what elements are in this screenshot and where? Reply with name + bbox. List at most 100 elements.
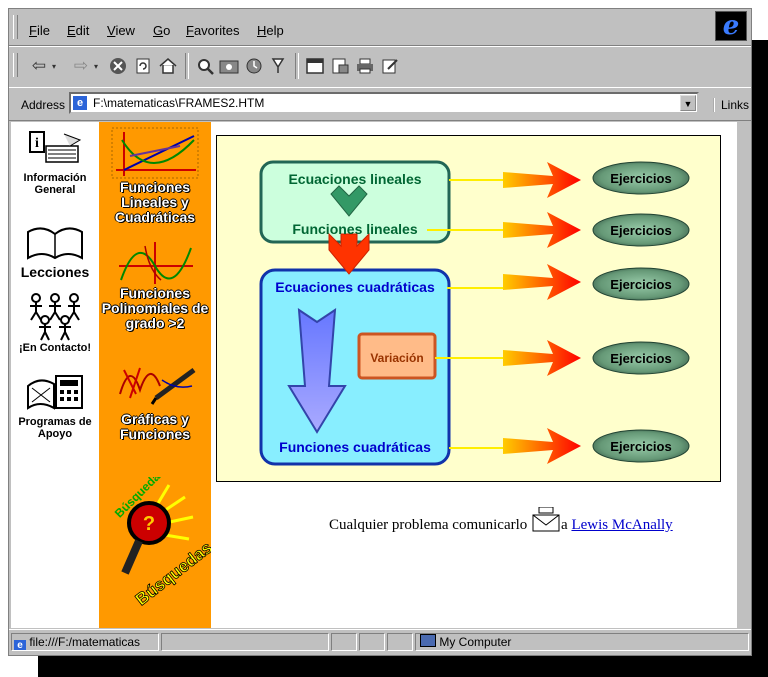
contact-email-link[interactable]: Lewis McAnally [571, 517, 672, 533]
status-url: file:///F:/matematicas [29, 635, 141, 649]
window-shadow-right [752, 40, 768, 677]
back-arrow-icon[interactable]: ⇦ [27, 55, 51, 77]
polynomial-graph-icon [119, 242, 193, 284]
ecuaciones-lineales-link[interactable]: Ecuaciones lineales [288, 171, 421, 187]
forward-dropdown-icon[interactable]: ▾ [91, 55, 101, 77]
nav-en-contacto-label: ¡En Contacto! [18, 342, 92, 354]
menu-grip[interactable] [13, 15, 18, 39]
page-content: i Información General Lecciones ¡En Cont… [11, 122, 737, 628]
history-icon[interactable] [242, 55, 266, 77]
nav-programas-de-apoyo[interactable]: Programas de Apoyo [11, 372, 99, 440]
nav-funciones-polinomiales-label: Funciones Polinomiales de grado >2 [101, 285, 209, 331]
channels-icon[interactable] [266, 55, 290, 77]
menu-bar: File Edit View Go Favorites Help e [9, 9, 751, 46]
mail-icon[interactable] [328, 55, 352, 77]
nav-informacion-label: Información General [23, 172, 87, 196]
status-zone: My Computer [439, 635, 512, 649]
print-icon[interactable] [353, 55, 377, 77]
browser-window: File Edit View Go Favorites Help e ⇦ ▾ ⇨… [8, 8, 752, 656]
busquedas-magnifier-icon: ? Búsqueda Búsquedas [112, 477, 211, 607]
info-books-icon: i [24, 128, 86, 172]
status-page-icon: e [14, 640, 26, 650]
menu-help[interactable]: Help [257, 23, 284, 38]
address-label: Address [21, 98, 66, 112]
status-cell [331, 633, 357, 651]
back-dropdown-icon[interactable]: ▾ [49, 55, 59, 77]
red-arrow-4 [503, 340, 581, 376]
ejercicios-button-5[interactable]: Ejercicios [610, 439, 671, 454]
ejercicios-button-3[interactable]: Ejercicios [610, 277, 671, 292]
svg-text:i: i [35, 136, 39, 151]
status-progress-cell [161, 633, 329, 651]
status-bar: e file:///F:/matematicas My Computer [9, 629, 751, 654]
red-arrow-2 [503, 212, 581, 248]
ie-logo-icon: e [715, 11, 747, 41]
nav-funciones-lineales[interactable]: Funciones Lineales y Cuadráticas [99, 126, 211, 225]
topics-nav-frame: Funciones Lineales y Cuadráticas Funcion… [99, 122, 211, 628]
favorites-icon[interactable] [217, 55, 241, 77]
standard-toolbar: ⇦ ▾ ⇨ ▾ [9, 46, 751, 88]
nav-graficas-label: Gráficas y Funciones [119, 411, 190, 442]
red-arrow-3 [503, 264, 581, 300]
ejercicios-button-4[interactable]: Ejercicios [610, 351, 671, 366]
menu-view[interactable]: View [107, 23, 135, 38]
nav-funciones-polinomiales[interactable]: Funciones Polinomiales de grado >2 [99, 240, 211, 331]
status-cell [359, 633, 385, 651]
window-shadow-bottom [38, 656, 768, 677]
edit-icon[interactable] [378, 55, 402, 77]
linear-graph-icon [111, 127, 199, 179]
home-icon[interactable] [156, 55, 180, 77]
toolbar-grip[interactable] [13, 53, 18, 77]
menu-go[interactable]: Go [153, 23, 170, 38]
status-cell [387, 633, 413, 651]
left-nav-frame: i Información General Lecciones ¡En Cont… [11, 122, 99, 628]
red-down-arrow [328, 232, 370, 275]
toolbar-separator [185, 53, 189, 79]
menu-file[interactable]: File [29, 23, 50, 38]
forward-arrow-icon[interactable]: ⇨ [69, 55, 93, 77]
funciones-cuadraticas-link[interactable]: Funciones cuadráticas [279, 439, 431, 455]
fullscreen-icon[interactable] [303, 55, 327, 77]
page-icon: e [73, 96, 87, 110]
links-button[interactable]: Links [713, 98, 749, 112]
nav-informacion-general[interactable]: i Información General [11, 128, 99, 196]
address-bar: Address e F:\matematicas\FRAMES2.HTM ▼ L… [9, 87, 751, 121]
contact-pre: a [561, 517, 568, 533]
refresh-icon[interactable] [131, 55, 155, 77]
nav-graficas-y-funciones[interactable]: Gráficas y Funciones [99, 350, 211, 442]
topic-diagram: Ecuaciones lineales Funciones lineales E… [216, 135, 721, 482]
search-icon[interactable] [193, 55, 217, 77]
open-book-icon [24, 222, 86, 266]
contact-text: Cualquier problema comunicarlo [329, 517, 528, 533]
toolbar-separator [295, 53, 299, 79]
address-dropdown-icon[interactable]: ▼ [680, 95, 696, 111]
menu-favorites[interactable]: Favorites [186, 23, 239, 38]
status-url-cell: e file:///F:/matematicas [11, 633, 159, 651]
red-arrow-5 [503, 428, 581, 464]
red-arrow-1 [503, 162, 581, 198]
stop-icon[interactable] [106, 55, 130, 77]
nav-busquedas-label: Búsquedas [132, 538, 211, 607]
address-value: F:\matematicas\FRAMES2.HTM [93, 96, 265, 110]
nav-lecciones[interactable]: Lecciones [11, 222, 99, 280]
ejercicios-button-2[interactable]: Ejercicios [610, 223, 671, 238]
ejercicios-button-1[interactable]: Ejercicios [610, 171, 671, 186]
nav-funciones-lineales-label: Funciones Lineales y Cuadráticas [114, 179, 196, 225]
nav-en-contacto[interactable]: ¡En Contacto! [11, 290, 99, 354]
nav-programas-label: Programas de Apoyo [18, 416, 92, 440]
funciones-lineales-link[interactable]: Funciones lineales [292, 221, 417, 237]
people-icon [24, 290, 86, 342]
nav-busquedas[interactable]: ? Búsqueda Búsquedas [99, 477, 211, 607]
variacion-link[interactable]: Variación [370, 351, 423, 365]
calculator-icon [24, 372, 86, 416]
my-computer-icon [420, 634, 436, 647]
nav-lecciones-label: Lecciones [20, 264, 90, 280]
ecuaciones-cuadraticas-link[interactable]: Ecuaciones cuadráticas [275, 279, 435, 295]
svg-text:?: ? [143, 513, 155, 535]
mailbox-icon[interactable] [531, 506, 561, 533]
menu-edit[interactable]: Edit [67, 23, 89, 38]
graphs-pencil-icon [119, 367, 196, 405]
status-zone-cell: My Computer [415, 633, 749, 651]
address-input[interactable]: e F:\matematicas\FRAMES2.HTM ▼ [69, 92, 699, 114]
contact-line: Cualquier problema comunicarlo a Lewis M… [329, 506, 673, 534]
